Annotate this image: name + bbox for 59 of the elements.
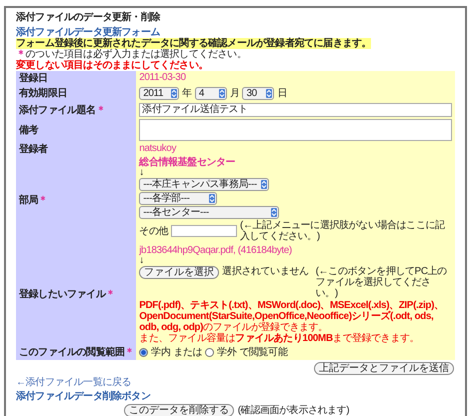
current-file: jb183644hp9Qaqar.pdf, (416184byte) [139, 245, 293, 256]
required-mark: ＊ [124, 347, 134, 358]
back-link[interactable]: ←添付ファイル一覧に戻る [16, 377, 132, 388]
day-select[interactable]: 30 [242, 87, 274, 100]
notice-text: フォーム登録後に更新されたデータに関する確認メールが登録者宛てに届きます。 [16, 38, 372, 49]
file-status: 選択されていません [222, 266, 309, 277]
radio-button[interactable] [205, 348, 214, 357]
stepper-icon [266, 89, 272, 98]
stepper-icon [271, 208, 278, 217]
warning-text: 変更しない項目はそのままにしてください。 [16, 60, 210, 71]
field-label: 登録日 [19, 72, 48, 84]
other-field[interactable] [171, 225, 238, 237]
page-title: 添付ファイルのデータ更新・削除 [16, 12, 162, 23]
radio-button[interactable] [139, 348, 148, 357]
field-label: 登録したいファイル [19, 289, 106, 300]
form-title: 添付ファイルデータ更新フォーム [16, 27, 162, 38]
down-arrow: ↓ [139, 168, 145, 177]
stepper-icon [171, 89, 178, 98]
stepper-icon [218, 89, 225, 98]
month-select[interactable]: 4 [194, 87, 227, 100]
delete-button[interactable]: このデータを削除する [124, 404, 234, 416]
current-department: 総合情報基盤センター [139, 157, 236, 168]
size-note: また、ファイル容量はファイルあたり100MBまで登録できます。 [139, 333, 420, 344]
field-label: 添付ファイル題名 [19, 104, 96, 116]
field-label: このファイルの閲覧範囲 [19, 347, 125, 358]
radio-label: 学外 [217, 347, 236, 358]
other-note: (←上記メニューに選択肢がない場合はここに記入してください。) [240, 220, 446, 242]
other-label: その他 [139, 226, 168, 236]
department-select[interactable]: ---本庄キャンパス事務局--- [139, 178, 269, 191]
year-select[interactable]: 2011 [139, 87, 180, 100]
department-select[interactable]: ---各センター--- [139, 206, 280, 219]
department-select[interactable]: ---各学部--- [139, 192, 218, 205]
or-text: または [173, 347, 202, 358]
file-note: (←このボタンを押してPC上のファイルを選択してください。) [316, 266, 448, 299]
year-unit: 年 [182, 88, 192, 99]
field-label: 登録者 [19, 144, 48, 154]
required-mark: ＊ [16, 49, 26, 60]
field-label: 有効期限日 [19, 88, 68, 99]
delete-section-title: 添付ファイルデータ削除ボタン [16, 391, 152, 402]
required-note: のついた項目は必ず入力または選択してください。 [26, 49, 246, 60]
field-label: 部局 [19, 194, 38, 206]
stepper-icon [209, 194, 216, 203]
radio-label: 学内 [151, 347, 170, 358]
submit-button[interactable]: 上記データとファイルを送信 [314, 362, 454, 375]
radio-suffix: で閲覧可能 [239, 347, 288, 358]
down-arrow: ↓ [139, 256, 144, 265]
field-value: natsukoy [139, 143, 176, 154]
required-mark: ＊ [38, 194, 48, 206]
required-mark: ＊ [105, 289, 116, 300]
month-unit: 月 [230, 88, 240, 99]
field-value: 2011-03-30 [139, 72, 186, 83]
stepper-icon [260, 180, 267, 189]
format-note: PDF(.pdf)、テキスト(.txt)、MSWord(.doc)、MSExcel(.xls)、ZIP(.zip)、OpenDocument(StarSuite,OpenOffice,Neooffice)シリーズ(.odt, ods, odb, odg, odp)のファイルが登録できます。 [139, 300, 445, 333]
required-mark: ＊ [96, 104, 106, 116]
delete-note: (確認画面が表示されます) [238, 405, 350, 416]
title-field[interactable]: 添付ファイル送信テスト [139, 103, 452, 117]
day-unit: 日 [277, 88, 288, 99]
field-label: 備考 [19, 124, 38, 136]
choose-file-button[interactable]: ファイルを選択 [139, 266, 220, 279]
